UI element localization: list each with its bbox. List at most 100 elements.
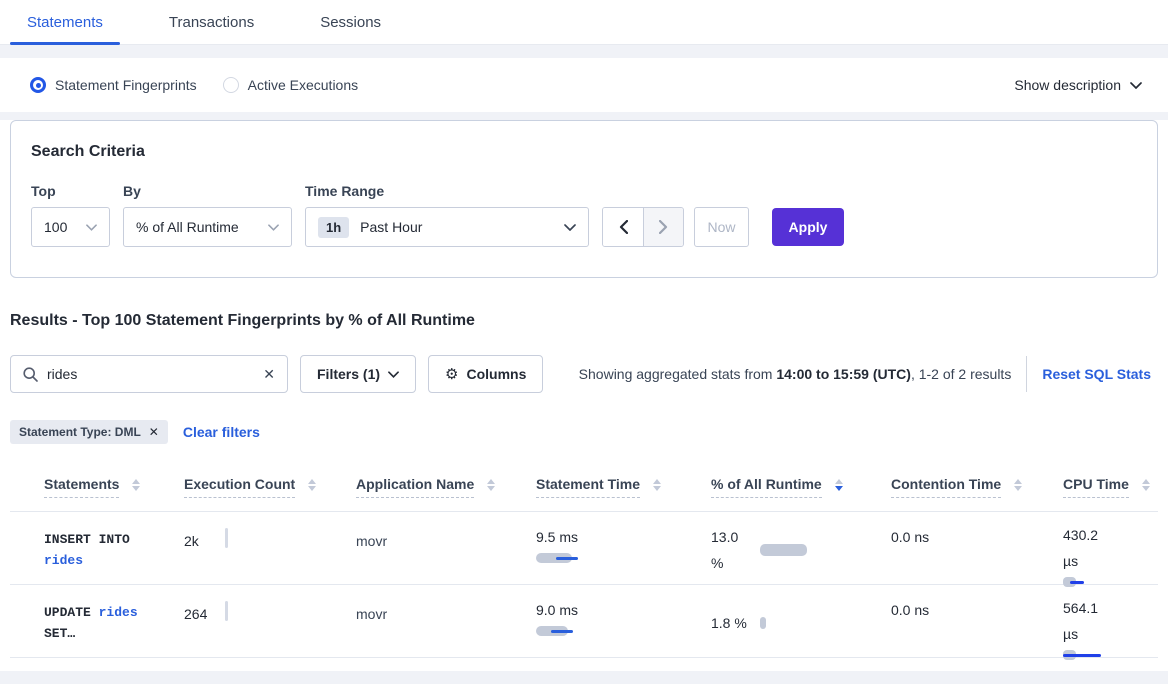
- radio-statement-fingerprints-label: Statement Fingerprints: [55, 77, 197, 93]
- sql-activity-page: Statements Transactions Sessions Stateme…: [0, 0, 1168, 684]
- statement-time-value: 9.0 ms: [536, 602, 711, 618]
- now-button[interactable]: Now: [694, 207, 749, 247]
- chevron-left-icon: [619, 220, 628, 234]
- col-statements: Statements: [44, 476, 184, 498]
- tab-transactions-label: Transactions: [169, 14, 254, 31]
- col-statement-time-label[interactable]: Statement Time: [536, 476, 640, 498]
- results-toolbar: ✕ Filters (1) ⚙ Columns Showing aggregat…: [10, 355, 1158, 393]
- sort-icon[interactable]: [308, 479, 316, 491]
- top-tab-bar: Statements Transactions Sessions: [0, 0, 1168, 45]
- pct-runtime-bar: [760, 617, 766, 629]
- col-application-name-label[interactable]: Application Name: [356, 476, 474, 498]
- main-content: Search Criteria Top 100 By % of All Runt…: [0, 120, 1168, 671]
- chevron-right-icon: [659, 220, 668, 234]
- chevron-down-icon: [268, 224, 279, 231]
- statement-time-cell: 9.0 ms: [536, 585, 711, 661]
- col-cpu-time-label[interactable]: CPU Time: [1063, 476, 1129, 498]
- clear-filters-link[interactable]: Clear filters: [183, 424, 260, 440]
- pct-runtime-cell: 13.0 %: [711, 512, 891, 588]
- col-application-name: Application Name: [356, 476, 536, 498]
- stats-note-period: 14:00 to 15:59 (UTC): [776, 366, 911, 382]
- col-execution-count: Execution Count: [184, 476, 356, 498]
- sort-icon[interactable]: [487, 479, 495, 491]
- col-statements-label[interactable]: Statements: [44, 476, 119, 498]
- execution-count-cell: 264: [184, 585, 356, 661]
- pct-runtime-value: 13.0 %: [711, 524, 751, 576]
- results-title: Results - Top 100 Statement Fingerprints…: [10, 312, 1158, 330]
- statement-fingerprint-link[interactable]: INSERT INTO rides: [44, 512, 184, 588]
- chevron-down-icon: [86, 224, 97, 231]
- cpu-time-value: 430.2 µs: [1063, 522, 1109, 574]
- filters-button-label: Filters (1): [317, 366, 380, 382]
- reset-sql-stats-link[interactable]: Reset SQL Stats: [1042, 366, 1151, 382]
- application-name-value: movr: [356, 533, 387, 549]
- prev-time-button[interactable]: [603, 208, 643, 246]
- statements-table: Statements Execution Count Application N…: [10, 462, 1158, 658]
- execution-count-value: 2k: [184, 533, 199, 549]
- columns-button[interactable]: ⚙ Columns: [428, 355, 543, 393]
- top-select[interactable]: 100: [31, 207, 110, 247]
- tab-transactions[interactable]: Transactions: [152, 0, 271, 44]
- top-select-value: 100: [44, 219, 67, 235]
- sort-icon[interactable]: [132, 479, 140, 491]
- col-contention-time-label[interactable]: Contention Time: [891, 476, 1001, 498]
- cpu-time-cell: 430.2 µs: [1063, 512, 1158, 588]
- sort-icon[interactable]: [1142, 479, 1150, 491]
- application-name-cell: movr: [356, 585, 536, 661]
- view-toggle-bar: Statement Fingerprints Active Executions…: [0, 58, 1168, 112]
- spacer: [0, 112, 1168, 120]
- filter-chip-label: Statement Type: DML: [19, 425, 141, 439]
- statement-time-bar: [536, 552, 711, 564]
- time-nav: [602, 207, 684, 247]
- col-pct-runtime-label[interactable]: % of All Runtime: [711, 476, 822, 498]
- tab-sessions-label: Sessions: [320, 14, 381, 31]
- sort-icon[interactable]: [835, 479, 843, 491]
- by-field-label: By: [123, 183, 292, 199]
- statement-table-name: rides: [99, 605, 138, 620]
- tab-statements[interactable]: Statements: [10, 0, 120, 44]
- next-time-button[interactable]: [643, 208, 683, 246]
- cpu-time-cell: 564.1 µs: [1063, 585, 1158, 661]
- contention-time-value: 0.0 ns: [891, 602, 929, 618]
- col-execution-count-label[interactable]: Execution Count: [184, 476, 295, 498]
- statement-text: UPDATE: [44, 605, 91, 620]
- radio-statement-fingerprints[interactable]: Statement Fingerprints: [30, 77, 197, 93]
- table-row: UPDATE rides SET… 264 movr 9.0 ms 1.8 %: [10, 585, 1158, 658]
- by-select[interactable]: % of All Runtime: [123, 207, 292, 247]
- search-criteria-title: Search Criteria: [31, 143, 1137, 161]
- show-description-toggle[interactable]: Show description: [1014, 77, 1142, 93]
- application-name-value: movr: [356, 606, 387, 622]
- sort-icon[interactable]: [653, 479, 661, 491]
- time-range-value: Past Hour: [360, 219, 564, 235]
- chevron-down-icon: [564, 224, 576, 231]
- time-range-field-label: Time Range: [305, 183, 589, 199]
- apply-button[interactable]: Apply: [772, 208, 844, 246]
- search-criteria-fields: Top 100 By % of All Runtime Time Range: [31, 183, 1137, 247]
- clear-search-icon[interactable]: ✕: [263, 366, 275, 383]
- table-row: INSERT INTO rides 2k movr 9.5 ms 13.0: [10, 512, 1158, 585]
- radio-active-executions[interactable]: Active Executions: [223, 77, 359, 93]
- statement-time-value: 9.5 ms: [536, 529, 711, 545]
- filters-button[interactable]: Filters (1): [300, 355, 416, 393]
- search-input[interactable]: [47, 366, 263, 382]
- statement-fingerprint-link[interactable]: UPDATE rides SET…: [44, 585, 184, 661]
- cpu-time-bar: [1063, 576, 1158, 588]
- search-icon: [23, 367, 38, 382]
- time-range-select[interactable]: 1h Past Hour: [305, 207, 589, 247]
- cpu-time-value: 564.1 µs: [1063, 595, 1109, 647]
- contention-time-value: 0.0 ns: [891, 529, 929, 545]
- tab-sessions[interactable]: Sessions: [303, 0, 398, 44]
- remove-filter-icon[interactable]: ✕: [149, 425, 159, 439]
- statement-table-name: rides: [44, 553, 83, 568]
- execution-count-bar: [225, 528, 228, 548]
- time-range-badge: 1h: [318, 217, 349, 238]
- apply-button-label: Apply: [789, 219, 828, 235]
- chevron-down-icon: [1130, 82, 1142, 89]
- top-field: Top 100: [31, 183, 110, 247]
- radio-active-executions-label: Active Executions: [248, 77, 359, 93]
- pct-runtime-bar: [760, 544, 807, 556]
- columns-button-label: Columns: [466, 366, 526, 382]
- sort-icon[interactable]: [1014, 479, 1022, 491]
- stats-note-suffix: , 1-2 of 2 results: [911, 366, 1011, 382]
- active-filters-bar: Statement Type: DML ✕ Clear filters: [10, 420, 1158, 444]
